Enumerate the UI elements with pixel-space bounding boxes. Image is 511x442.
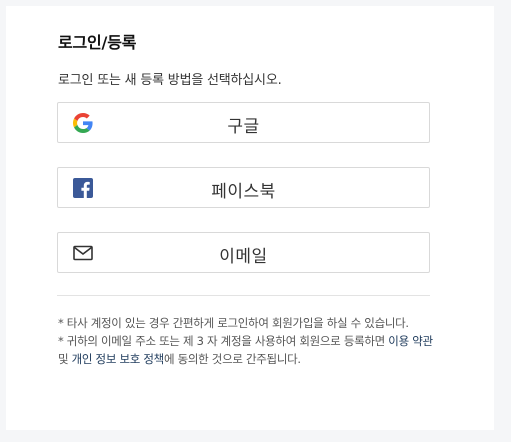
- page-title: 로그인/등록: [58, 33, 137, 52]
- email-login-label: 이메일: [219, 247, 268, 267]
- terms-note-and: 및: [58, 352, 72, 366]
- google-login-label: 구글: [227, 117, 260, 137]
- google-login-button[interactable]: 구글: [57, 102, 430, 143]
- social-login-note: * 타사 계정이 있는 경우 간편하게 로그인하여 회원가입을 하실 수 있습니…: [58, 316, 409, 330]
- terms-note-prefix: * 귀하의 이메일 주소 또는 제 3 자 계정을 사용하여 회원으로 등록하면: [58, 334, 389, 348]
- email-login-button[interactable]: 이메일: [57, 232, 430, 273]
- page-subtitle: 로그인 또는 새 등록 방법을 선택하십시오.: [58, 73, 282, 88]
- facebook-login-button[interactable]: 페이스북: [57, 167, 430, 208]
- terms-note-suffix: 에 동의한 것으로 간주됩니다.: [163, 352, 301, 366]
- privacy-policy-link[interactable]: 개인 정보 보호 정책: [72, 352, 165, 366]
- facebook-login-label: 페이스북: [211, 182, 276, 202]
- divider: [57, 295, 430, 296]
- login-notes: * 타사 계정이 있는 경우 간편하게 로그인하여 회원가입을 하실 수 있습니…: [58, 314, 438, 368]
- terms-of-use-link[interactable]: 이용 약관: [388, 334, 433, 348]
- terms-agreement-note: * 귀하의 이메일 주소 또는 제 3 자 계정을 사용하여 회원으로 등록하면…: [58, 332, 438, 368]
